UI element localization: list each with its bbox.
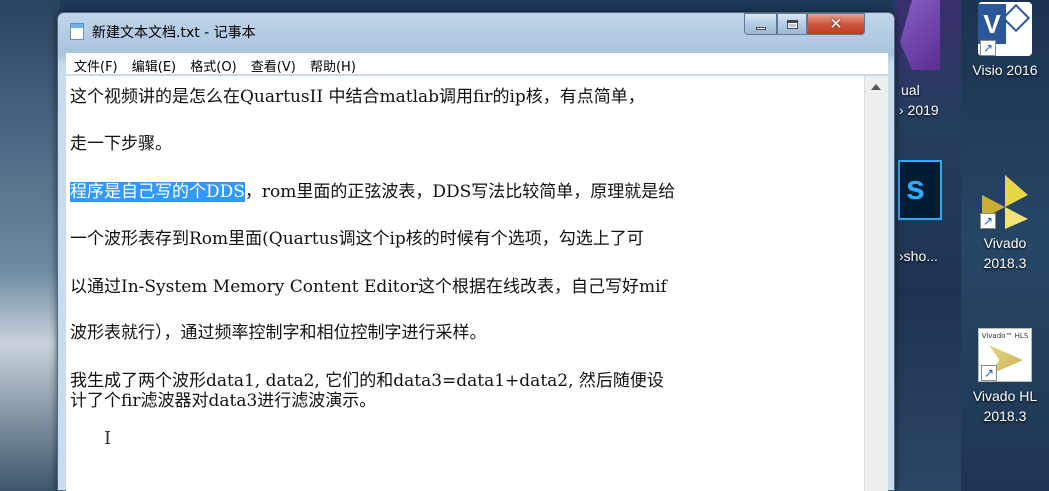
desktop-icon-vivado[interactable]: ↗ Vivado 2018.3 xyxy=(961,175,1049,273)
desktop-icon-label: Vivado xyxy=(983,235,1027,251)
vertical-scrollbar[interactable] xyxy=(864,76,888,491)
menu-file[interactable]: 文件(F) xyxy=(74,53,125,75)
desktop-icon-label: Vivado HL xyxy=(972,388,1038,404)
notepad-window: 新建文本文档.txt - 记事本 ✕ 文件(F) 编辑(E) 格式(O) 查看(… xyxy=(57,12,895,491)
desktop-wallpaper-strip xyxy=(895,0,961,491)
menu-bar: 文件(F) 编辑(E) 格式(O) 查看(V) 帮助(H) xyxy=(66,53,888,75)
minimize-button[interactable] xyxy=(744,13,777,35)
text-line-rest: ，rom里面的正弦波表，DDS写法比较简单，原理就是给 xyxy=(244,182,676,202)
desktop-label-partial-3: ›sho... xyxy=(899,248,938,264)
desktop-label-partial-1: ual xyxy=(901,82,920,98)
shortcut-arrow-icon: ↗ xyxy=(981,365,997,381)
desktop-icon-label-line2: 2018.3 xyxy=(983,255,1027,271)
desktop-icon-vivado-hls[interactable]: Vivado™ HLS ↗ Vivado HL 2018.3 xyxy=(961,328,1049,426)
shortcut-arrow-icon: ↗ xyxy=(980,40,996,56)
photoshop-icon[interactable]: s xyxy=(898,160,942,220)
text-line: 这个视频讲的是怎么在QuartusII 中结合matlab调用fir的ip核，有… xyxy=(70,87,645,107)
desktop-icon-label-line2: 2018.3 xyxy=(983,408,1027,424)
close-icon: ✕ xyxy=(829,14,843,33)
desktop-icon-label: Visio 2016 xyxy=(972,62,1038,78)
menu-edit[interactable]: 编辑(E) xyxy=(132,53,183,75)
text-line: 走一下步骤。 xyxy=(70,134,172,154)
desktop-wallpaper-left xyxy=(0,0,60,491)
window-title: 新建文本文档.txt - 记事本 xyxy=(92,25,256,41)
scroll-up-arrow-icon[interactable] xyxy=(871,84,881,90)
minimize-icon xyxy=(755,27,766,30)
vivado-icon: ↗ xyxy=(978,175,1032,229)
visio-icon: V ↗ xyxy=(978,2,1032,56)
maximize-button[interactable] xyxy=(777,13,807,35)
text-editor[interactable]: 这个视频讲的是怎么在QuartusII 中结合matlab调用fir的ip核，有… xyxy=(66,76,864,491)
menu-view[interactable]: 查看(V) xyxy=(251,53,303,75)
menu-help[interactable]: 帮助(H) xyxy=(310,53,363,75)
text-line: 波形表就行），通过频率控制字和相位控制字进行采样。 xyxy=(70,323,487,343)
selected-text: 程序是自己写的个DDS xyxy=(70,182,245,202)
text-cursor-ibeam-icon: I xyxy=(104,428,112,449)
text-line: 以通过In-System Memory Content Editor这个根据在线… xyxy=(70,277,667,297)
desktop-label-partial-2: › 2019 xyxy=(899,102,939,118)
title-bar[interactable]: 新建文本文档.txt - 记事本 ✕ xyxy=(58,13,894,47)
vivado-hls-icon: Vivado™ HLS ↗ xyxy=(978,328,1032,382)
notepad-icon[interactable] xyxy=(70,23,84,40)
close-button[interactable]: ✕ xyxy=(807,13,865,35)
text-line: 一个波形表存到Rom里面(Quartus调这个ip核的时候有个选项，勾选上了可 xyxy=(70,229,644,249)
menu-format[interactable]: 格式(O) xyxy=(190,53,243,75)
shortcut-arrow-icon: ↗ xyxy=(980,213,996,229)
desktop-icon-visio[interactable]: V ↗ Visio 2016 xyxy=(961,2,1049,80)
text-line: 程序是自己写的个DDS，rom里面的正弦波表，DDS写法比较简单，原理就是给 xyxy=(70,177,675,202)
maximize-icon xyxy=(786,20,798,29)
text-line: 计了个fir滤波器对data3进行滤波演示。 xyxy=(70,391,377,411)
